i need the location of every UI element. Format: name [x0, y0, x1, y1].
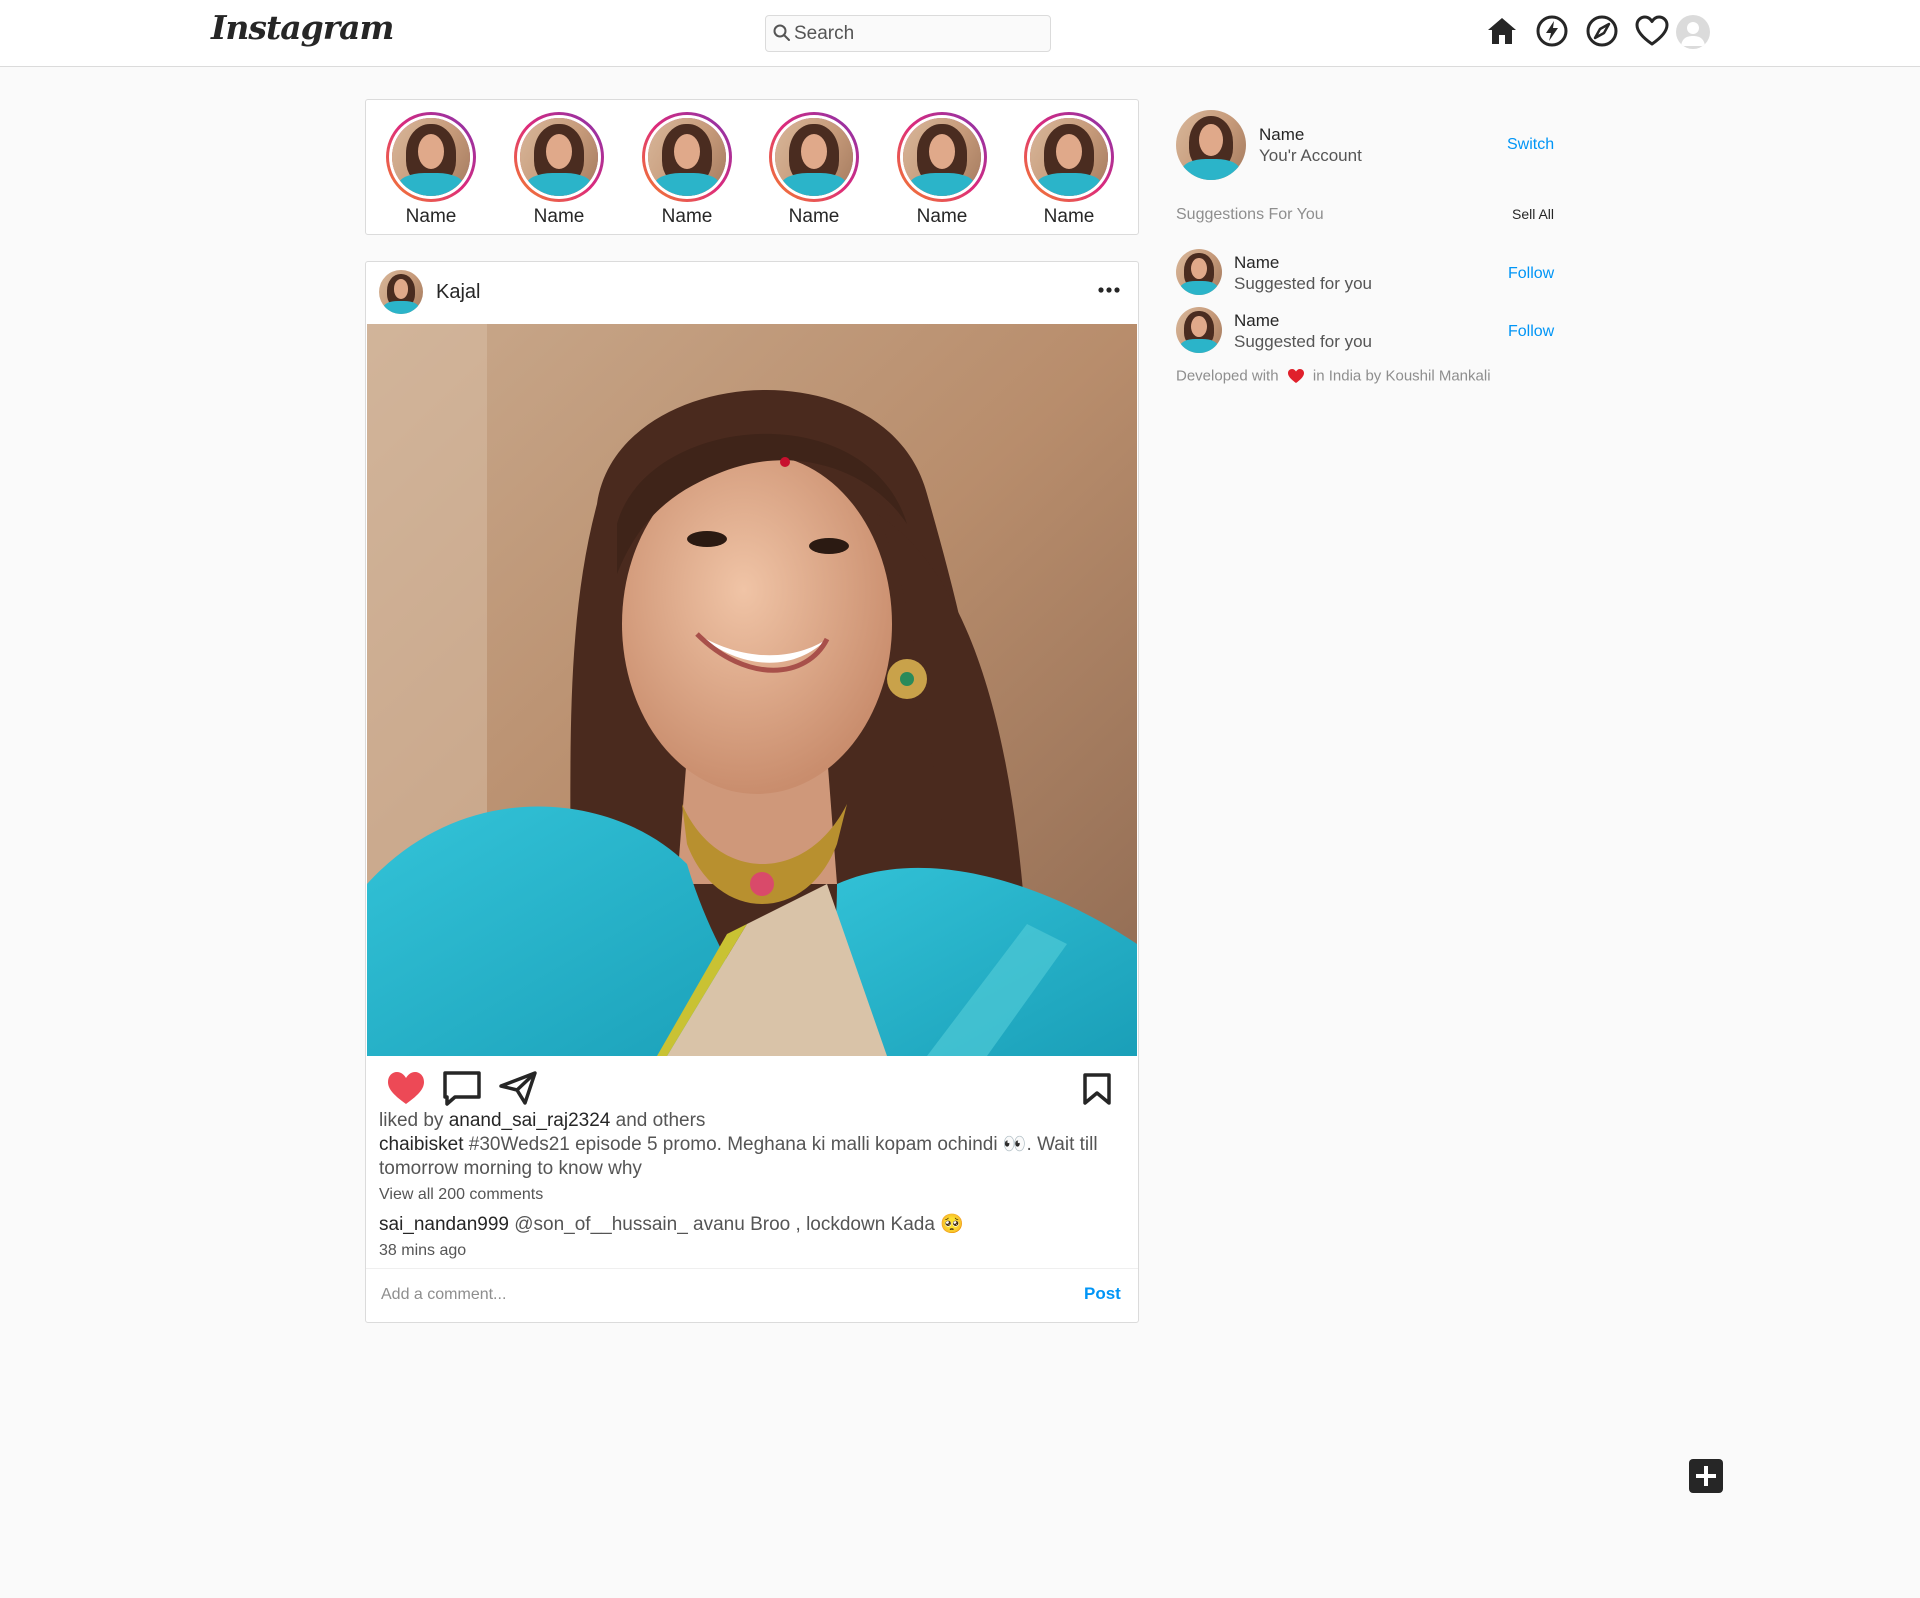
like-heart-icon[interactable]	[386, 1070, 426, 1106]
story-item[interactable]: Name	[1019, 112, 1119, 228]
search-bar[interactable]	[765, 15, 1051, 52]
plus-icon	[1696, 1466, 1716, 1486]
comment-username[interactable]: sai_nandan999	[379, 1214, 509, 1235]
post-comment-button[interactable]: Post	[1084, 1284, 1121, 1304]
credit-author[interactable]: Koushil Mankali	[1385, 368, 1490, 385]
post-avatar[interactable]	[379, 270, 423, 314]
view-comments-link[interactable]: View all 200 comments	[379, 1183, 1129, 1207]
share-icon[interactable]	[499, 1070, 537, 1106]
comment-icon[interactable]	[442, 1070, 482, 1108]
story-ring	[514, 112, 604, 202]
post-actions	[366, 1062, 1138, 1112]
follow-button[interactable]: Follow	[1508, 323, 1554, 341]
compass-icon[interactable]	[1584, 13, 1620, 49]
story-avatar	[520, 118, 598, 196]
story-ring	[386, 112, 476, 202]
suggestion-avatar[interactable]	[1176, 249, 1222, 295]
feed-post: Kajal liked by anand_sai_raj2324 and oth…	[365, 261, 1139, 1323]
post-image[interactable]	[367, 324, 1137, 1056]
add-post-button[interactable]	[1689, 1459, 1723, 1493]
switch-account-button[interactable]: Switch	[1507, 136, 1554, 154]
post-header: Kajal	[366, 262, 1138, 324]
story-item[interactable]: Name	[381, 112, 481, 228]
search-input[interactable]	[794, 20, 1044, 48]
story-name: Name	[533, 206, 585, 227]
story-name: Name	[405, 206, 457, 227]
see-all-link[interactable]: Sell All	[1512, 206, 1554, 222]
credit-middle: in India by	[1312, 367, 1382, 385]
post-timestamp: 38 mins ago	[379, 1242, 467, 1259]
story-ring	[769, 112, 859, 202]
search-icon	[773, 24, 790, 41]
suggestion-subtitle: Suggested for you	[1234, 332, 1372, 351]
caption: chaibisket #30Weds21 episode 5 promo. Me…	[379, 1133, 1129, 1181]
suggestion-item: Name Suggested for you Follow	[1176, 249, 1556, 295]
suggestion-name[interactable]: Name	[1234, 253, 1279, 273]
story-avatar	[1030, 118, 1108, 196]
bookmark-icon[interactable]	[1082, 1072, 1112, 1106]
stories-bar: Name Name Name Name Name Name	[365, 99, 1139, 235]
story-ring	[897, 112, 987, 202]
story-avatar	[392, 118, 470, 196]
story-item[interactable]: Name	[764, 112, 864, 228]
comment: sai_nandan999 @son_of__hussain_ avanu Br…	[379, 1213, 1129, 1237]
add-comment-bar: Post	[366, 1268, 1138, 1322]
likes-line: liked by anand_sai_raj2324 and others	[379, 1109, 1129, 1133]
post-details: liked by anand_sai_raj2324 and others ch…	[379, 1109, 1129, 1263]
user-silhouette-icon	[1681, 22, 1705, 46]
suggestions-title: Suggestions For You	[1176, 206, 1324, 223]
story-ring	[642, 112, 732, 202]
credit-prefix: Developed with	[1176, 367, 1279, 385]
caption-username[interactable]: chaibisket	[379, 1134, 464, 1155]
liked-by-label: liked by	[379, 1110, 444, 1131]
follow-button[interactable]: Follow	[1508, 265, 1554, 283]
red-heart-icon	[1287, 369, 1304, 384]
footer-credit: Developed with in India by Koushil Manka…	[1176, 367, 1491, 385]
suggestion-item: Name Suggested for you Follow	[1176, 307, 1556, 353]
portrait-illustration	[367, 324, 1137, 1056]
home-icon[interactable]	[1484, 13, 1520, 49]
account-subtitle: You'r Account	[1259, 146, 1362, 165]
suggestion-avatar[interactable]	[1176, 307, 1222, 353]
story-avatar	[775, 118, 853, 196]
account-avatar[interactable]	[1176, 110, 1246, 180]
story-name: Name	[661, 206, 713, 227]
story-item[interactable]: Name	[892, 112, 992, 228]
story-ring	[1024, 112, 1114, 202]
suggestion-subtitle: Suggested for you	[1234, 274, 1372, 293]
story-item[interactable]: Name	[637, 112, 737, 228]
top-navbar: Instagram	[0, 0, 1920, 67]
caption-text: #30Weds21 episode 5 promo. Meghana ki ma…	[379, 1134, 1098, 1179]
profile-avatar[interactable]	[1676, 15, 1710, 49]
lightning-icon[interactable]	[1534, 13, 1570, 49]
story-name: Name	[788, 206, 840, 227]
comment-input[interactable]	[381, 1281, 1031, 1309]
liked-by-user[interactable]: anand_sai_raj2324	[449, 1110, 611, 1131]
more-options-icon[interactable]	[1097, 284, 1121, 296]
instagram-logo[interactable]: Instagram	[211, 8, 394, 47]
heart-icon[interactable]	[1634, 13, 1670, 49]
comment-text: @son_of__hussain_ avanu Broo , lockdown …	[514, 1214, 964, 1235]
story-item[interactable]: Name	[509, 112, 609, 228]
post-username[interactable]: Kajal	[436, 281, 480, 304]
story-avatar	[903, 118, 981, 196]
nav-icons	[1484, 13, 1710, 53]
account-name[interactable]: Name	[1259, 125, 1304, 145]
story-avatar	[648, 118, 726, 196]
suggestion-name[interactable]: Name	[1234, 311, 1279, 331]
liked-others-label: and others	[615, 1110, 706, 1131]
story-name: Name	[916, 206, 968, 227]
story-name: Name	[1043, 206, 1095, 227]
